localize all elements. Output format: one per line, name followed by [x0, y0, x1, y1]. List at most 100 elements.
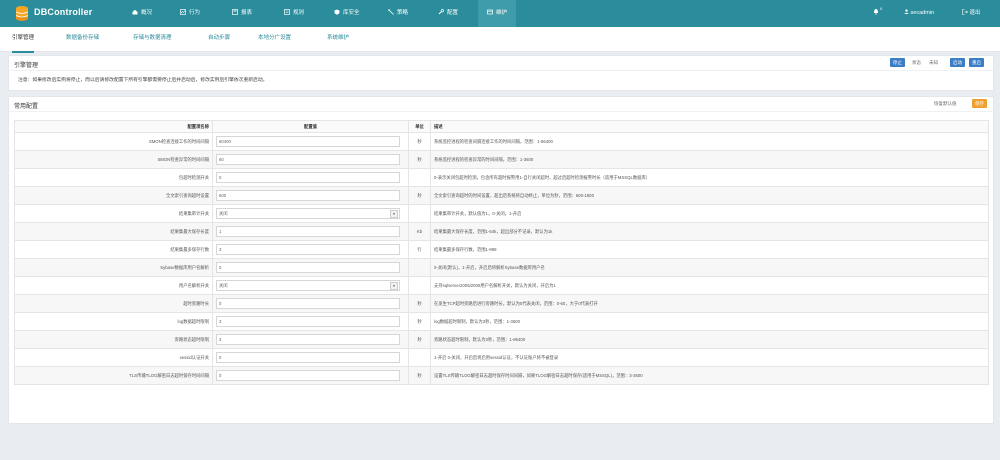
config-value: 0: [219, 301, 222, 306]
config-name: 结果集最大保存长度: [14, 222, 213, 241]
config-value-cell: 关闭 ▾: [212, 276, 409, 295]
config-unit: [408, 168, 431, 187]
policy-icon: [388, 9, 394, 15]
wrench-icon: [438, 9, 444, 15]
save-button[interactable]: 保存: [972, 99, 987, 108]
engine-panel-header: 引擎管理: [9, 56, 993, 71]
tab-auto-steps[interactable]: 自动步骤: [208, 27, 230, 51]
table-row: 超时旁路时长 0 秒在发生TCP超时旁路后进行旁路时长，默认为0代表关闭，范围：0-…: [14, 294, 989, 313]
nav-label: 报表: [241, 10, 253, 16]
config-value-cell: 0: [212, 294, 409, 313]
table-row: 用户名解析开关 关闭 ▾ 支持sqlserver2005/2008用户名解析开关，默认…: [14, 276, 989, 295]
config-value-input[interactable]: 3: [216, 244, 400, 255]
config-desc: 系统监控进程的检查间隔连接工作的时间间隔，范围：1-86400: [430, 132, 989, 151]
config-value-cell: 0: [212, 258, 409, 277]
config-unit: [408, 258, 431, 277]
config-unit: 秒: [408, 132, 431, 151]
config-name: 旁路状态超时限制: [14, 330, 213, 349]
nav-overview[interactable]: 概况: [128, 0, 156, 27]
config-name: Sybase数据库用户名解析: [14, 258, 213, 277]
config-value-input[interactable]: 0: [216, 262, 400, 273]
nav-config[interactable]: 配置: [434, 0, 462, 27]
start-button[interactable]: 启动: [950, 58, 965, 67]
table-row: 包超时检测开关 0 0-表示关闭包超时检测，包含所有超时报警用1-自行关闭超时，超过…: [14, 168, 989, 187]
table-row: TLS传输TLOG解密日志超时保存时间间隔 0 秒设置TLS传输TLOG解密日志超时…: [14, 366, 989, 385]
config-value-input[interactable]: 0: [216, 352, 400, 363]
stop-button[interactable]: 停止: [890, 58, 905, 67]
config-name: 超时旁路时长: [14, 294, 213, 313]
sub-tabs: 引擎管理 数据备份存储 存储与数据清理 自动步骤 本地分广设置 系统维护: [0, 27, 1000, 53]
config-value-input[interactable]: 600: [216, 190, 400, 201]
notification-count: 0: [880, 6, 883, 11]
config-unit: 秒: [408, 312, 431, 331]
chevron-down-icon: ▾: [390, 282, 398, 290]
col-header-name: 配置项名称: [14, 120, 213, 133]
tab-local-settings[interactable]: 本地分广设置: [258, 27, 291, 51]
config-value-select[interactable]: 关闭 ▾: [216, 208, 400, 219]
tab-storage-cleanup[interactable]: 存储与数据清理: [133, 27, 172, 51]
config-desc: 支持sqlserver2005/2008用户名解析开关，默认为关闭，开启为1: [430, 276, 989, 295]
config-value: 60400: [219, 139, 231, 144]
home-icon: [132, 9, 138, 15]
config-desc: 0-关闭(默认)，1-开启，开启后将解析Sybase数据库用户名: [430, 258, 989, 277]
logout-button[interactable]: 退出: [962, 0, 981, 27]
config-value-input[interactable]: 0: [216, 370, 400, 381]
config-desc: 全文索引查询超时的时间设置，超出后系统将自动终止，单位为秒，范围：600-180…: [430, 186, 989, 205]
config-value: 600: [219, 193, 227, 198]
config-unit: 秒: [408, 294, 431, 313]
rules-icon: [284, 9, 290, 15]
config-value-cell: 关闭 ▾: [212, 204, 409, 223]
table-row: sessid认证开关 0 1-开启 0-关闭，开启后将启用sessid认证，不认证账…: [14, 348, 989, 367]
config-value: 0: [219, 373, 222, 378]
config-unit: 秒: [408, 150, 431, 169]
report-icon: [232, 9, 238, 15]
config-name: 全文索引查询超时设置: [14, 186, 213, 205]
config-value-cell: 0: [212, 366, 409, 385]
config-value-cell: 0: [212, 348, 409, 367]
config-name: SMON检查异常的时间间隔: [14, 150, 213, 169]
config-value-input[interactable]: 0: [216, 172, 400, 183]
config-table-body: SMON检查连接工作的时间间隔 60400 秒系统监控进程的检查间隔连接工作的时间间…: [14, 132, 989, 385]
chevron-down-icon: ▾: [390, 210, 398, 218]
tab-backup-storage[interactable]: 数据备份存储: [66, 27, 99, 51]
database-logo-icon: [14, 5, 30, 22]
config-name: 结果集最多保存行数: [14, 240, 213, 259]
config-value-cell: 1: [212, 222, 409, 241]
tab-engine-manage[interactable]: 引擎管理: [12, 27, 35, 53]
nav-policy[interactable]: 策略: [384, 0, 412, 27]
config-value-input[interactable]: 3: [216, 316, 400, 327]
maintain-icon: [487, 9, 493, 15]
config-desc: 旁路状态超时限制，默认为3秒，范围：1-86400: [430, 330, 989, 349]
config-value-cell: 0: [212, 168, 409, 187]
nav-rules[interactable]: 规则: [280, 0, 308, 27]
nav-label: 维护: [496, 10, 508, 16]
table-row: 旁路状态超时限制 3 秒旁路状态超时限制，默认为3秒，范围：1-86400: [14, 330, 989, 349]
restart-button[interactable]: 重启: [969, 58, 984, 67]
config-unit: [408, 204, 431, 223]
config-value-input[interactable]: 1: [216, 226, 400, 237]
config-value: 3: [219, 319, 222, 324]
config-desc: log数据超时限制，默认为3秒，范围：1-3600: [430, 312, 989, 331]
config-panel-title: 常用配置: [14, 104, 39, 110]
notification-bell[interactable]: [873, 0, 879, 27]
config-value-input[interactable]: 3: [216, 334, 400, 345]
config-value-input[interactable]: 60400: [216, 136, 400, 147]
table-row: 结果集审计开关 关闭 ▾ 结果集审计开关，默认值为1，0-关闭，1-开启: [14, 204, 989, 223]
nav-db-security[interactable]: 库安全: [330, 0, 364, 27]
restore-default-button[interactable]: 恢复默认值: [934, 99, 957, 108]
nav-behavior[interactable]: 行为: [176, 0, 204, 27]
config-value-input[interactable]: 60: [216, 154, 400, 165]
nav-label: 规则: [293, 10, 305, 16]
config-value-input[interactable]: 0: [216, 298, 400, 309]
nav-label: 配置: [447, 10, 459, 16]
config-value-cell: 60400: [212, 132, 409, 151]
col-header-value: 配置值: [212, 120, 409, 133]
config-desc: 系统监控进程的检查异常的时间间隔，范围：1-3600: [430, 150, 989, 169]
tab-system-maintain[interactable]: 系统维护: [327, 27, 349, 51]
nav-maintain[interactable]: 维护: [478, 0, 517, 27]
user-menu[interactable]: secadmin: [904, 0, 934, 27]
nav-report[interactable]: 报表: [228, 0, 256, 27]
config-name: SMON检查连接工作的时间间隔: [14, 132, 213, 151]
nav-label: 概况: [141, 10, 153, 16]
config-value-select[interactable]: 关闭 ▾: [216, 280, 400, 291]
